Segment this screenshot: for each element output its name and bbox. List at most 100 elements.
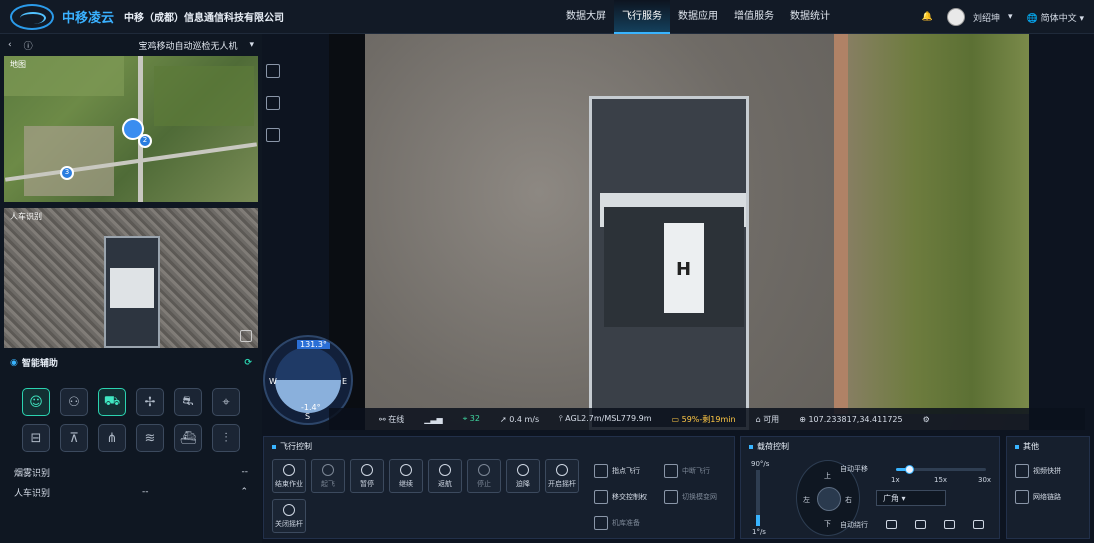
switch-network-button[interactable]: 切换模变网 (664, 487, 728, 507)
stop-button[interactable]: 停止 (467, 459, 501, 493)
link-status: ⚯ 在线 (379, 414, 405, 424)
chevron-up-icon[interactable]: ⌃ (240, 487, 248, 497)
car-detect-icon[interactable]: ⛐ (174, 388, 202, 416)
return-home-button[interactable]: 返航 (428, 459, 462, 493)
speed-readout: ➚ 0.4 m/s (499, 414, 540, 424)
dpad-down[interactable]: 下 (824, 519, 831, 529)
enable-joystick-button[interactable]: 开启摇杆 (545, 459, 579, 493)
main-nav: 数据大屏 飞行服务 数据应用 增值服务 数据统计 (558, 0, 838, 34)
resume-button[interactable]: 继续 (389, 459, 423, 493)
person-detect-icon[interactable]: ⚇ (60, 388, 88, 416)
gimbal-reset-icon[interactable] (817, 487, 841, 511)
camera-icon[interactable] (886, 520, 897, 529)
bell-icon[interactable]: 🔔 (922, 12, 933, 22)
avatar (946, 8, 965, 26)
disable-joystick-button[interactable]: 关闭摇杆 (272, 499, 306, 533)
drone-detect-icon[interactable]: ✢ (136, 388, 164, 416)
user-name: 刘绍坤 (972, 13, 1000, 24)
signal-icon: ▁▃▅ (424, 414, 443, 424)
altitude-readout: ⫯ AGL2.7m/MSL779.9m (559, 414, 652, 423)
hangar-ready-button[interactable]: 机库准备 (594, 513, 658, 533)
target-lock-icon[interactable]: ⌖ (212, 388, 240, 416)
auto-pan-button[interactable]: 自动平移 (840, 464, 868, 474)
report-icon[interactable] (266, 128, 280, 142)
main-video-feed[interactable] (329, 34, 1029, 430)
structure-icon[interactable] (266, 96, 280, 110)
waypoint-marker[interactable]: 3 (60, 166, 74, 180)
lens-select-value: 广角 (883, 494, 899, 503)
pitch-speed-max: 90°/s (751, 460, 770, 468)
secondary-camera-feed[interactable]: 人车识别 (4, 208, 258, 348)
compass-west: W (269, 377, 277, 386)
focus-icon[interactable] (944, 520, 955, 529)
logo-mark-icon (10, 3, 54, 30)
pause-button[interactable]: 暂停 (350, 459, 384, 493)
end-mission-button[interactable]: 结束作业 (272, 459, 306, 493)
crowd-detect-icon[interactable]: ⋔ (98, 424, 126, 452)
route-select[interactable]: 宝鸡移动自动巡检无人机 (138, 39, 237, 52)
back-arrow-icon[interactable]: ‹ (8, 40, 12, 50)
zoom-slider[interactable] (896, 465, 986, 474)
video-stitch-button[interactable]: 视频快拼 (1015, 461, 1079, 481)
lens-select[interactable]: 广角 ▾ (876, 490, 946, 506)
barrier-detect-icon[interactable]: ⊟ (22, 424, 50, 452)
vehicle-detect-icon[interactable]: ⛟ (98, 388, 126, 416)
handover-control-button[interactable]: 移交控制权 (594, 487, 658, 507)
forced-landing-button[interactable]: 迫降 (506, 459, 540, 493)
top-bar: 中移凌云 中移（成都）信息通信科技有限公司 数据大屏 飞行服务 数据应用 增值服… (0, 0, 1094, 34)
status-readout: ⌂ 可用 (755, 414, 780, 424)
recog-label: 人车识别 (14, 488, 51, 499)
point-flight-button[interactable]: 指点飞行 (594, 461, 658, 481)
altitude-value: AGL2.7m/MSL779.9m (565, 414, 652, 423)
chevron-down-icon[interactable]: ▾ (249, 40, 254, 50)
tower-detect-icon[interactable]: ⊼ (60, 424, 88, 452)
nav-item-statistics[interactable]: 数据统计 (782, 0, 838, 34)
network-link-button[interactable]: 网络链路 (1015, 487, 1079, 507)
user-menu[interactable]: 刘绍坤 ▾ (946, 8, 1013, 26)
target-icon[interactable] (973, 520, 984, 529)
waypoint-marker[interactable]: 2 (138, 134, 152, 148)
pitch-readout: -1.4° (301, 403, 321, 412)
ship-detect-icon[interactable]: ⛴ (174, 424, 202, 452)
speed-value: 0.4 m/s (509, 414, 540, 424)
zoom-tick: 1x (891, 476, 900, 484)
dpad-up[interactable]: 上 (824, 471, 831, 481)
zoom-tick: 30x (978, 476, 992, 484)
nav-item-dashboard[interactable]: 数据大屏 (558, 0, 614, 34)
fullscreen-icon[interactable] (240, 330, 252, 342)
telemetry-bar: ⚯ 在线 ▁▃▅ ⌖ 32 ➚ 0.4 m/s ⫯ AGL2.7m/MSL779… (329, 408, 1085, 430)
brand-logo[interactable]: 中移凌云 (10, 3, 114, 30)
recognition-list: 烟雾识别 -- 人车识别 -- ⌃ (4, 462, 258, 502)
flight-control-panel: 飞行控制 结束作业 起飞 暂停 继续 返航 停止 迫降 开启摇杆 关闭摇杆 指点… (263, 436, 735, 539)
satellite-count-value: 32 (469, 414, 480, 423)
pitch-speed-slider[interactable] (756, 470, 760, 526)
language-select[interactable]: 🌐 简体中文 ▾ (1027, 11, 1084, 24)
settings-icon[interactable]: ⚙ (913, 415, 940, 424)
interrupt-flight-button[interactable]: 中断飞行 (664, 461, 728, 481)
video-record-icon[interactable] (915, 520, 926, 529)
water-detect-icon[interactable]: ≋ (136, 424, 164, 452)
dpad-right[interactable]: 右 (845, 495, 852, 505)
face-detect-icon[interactable]: ☺ (22, 388, 50, 416)
coordinates-readout: ⊕ 107.233817,34.411725 (799, 414, 903, 424)
nav-item-data-apps[interactable]: 数据应用 (670, 0, 726, 34)
auto-orbit-button[interactable]: 自动绕行 (840, 520, 868, 530)
assist-title: 智能辅助 (21, 359, 58, 369)
battery-readout: ▭ 59%-剩19min (671, 414, 736, 424)
help-icon[interactable]: ⓘ (24, 39, 33, 52)
dpad-left[interactable]: 左 (803, 495, 810, 505)
refresh-icon[interactable]: ⟳ (244, 358, 252, 368)
nav-item-value-added[interactable]: 增值服务 (726, 0, 782, 34)
power-line-icon[interactable]: ⫶ (212, 424, 240, 452)
takeoff-button[interactable]: 起飞 (311, 459, 345, 493)
nav-item-flight-service[interactable]: 飞行服务 (614, 0, 670, 34)
mini-map[interactable]: 地图 3 2 (4, 56, 258, 202)
chevron-down-icon: ▾ (1007, 12, 1013, 22)
pitch-speed-min: 1°/s (752, 528, 766, 536)
document-icon[interactable] (266, 64, 280, 78)
list-item[interactable]: 人车识别 -- ⌃ (4, 482, 258, 502)
language-label: 简体中文 (1040, 13, 1077, 24)
side-toolbar (266, 64, 280, 142)
zoom-tick: 15x (934, 476, 948, 484)
compass-south: S (305, 412, 311, 421)
